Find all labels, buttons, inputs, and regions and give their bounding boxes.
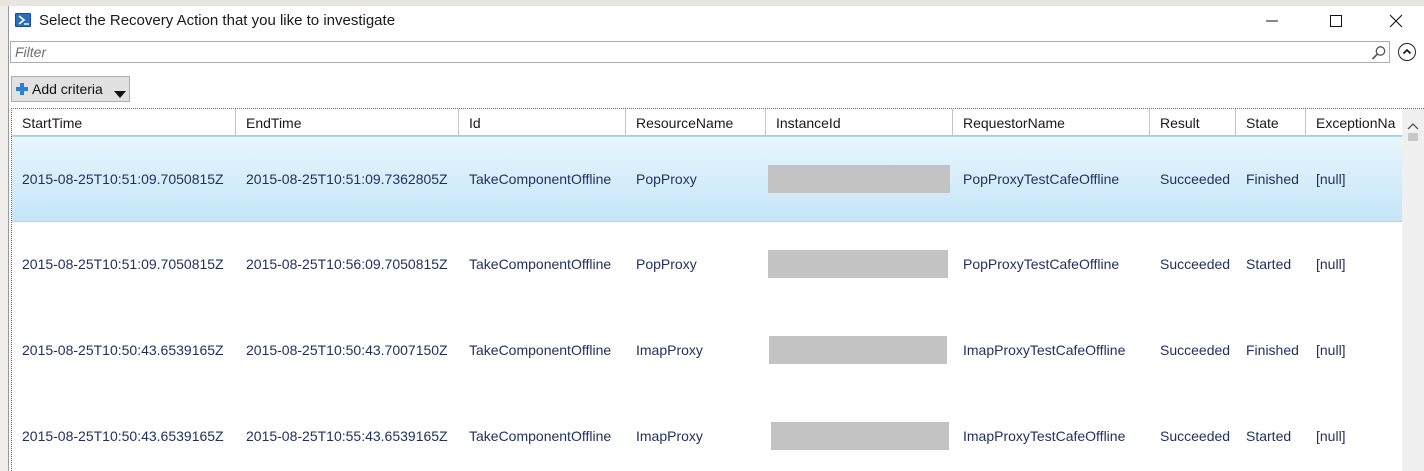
powershell-icon — [15, 13, 31, 27]
column-header-exception[interactable]: ExceptionNa — [1306, 109, 1402, 135]
column-header-resourcename[interactable]: ResourceName — [626, 109, 766, 135]
cell-state: Started — [1246, 428, 1292, 444]
cell-result: Succeeded — [1160, 171, 1231, 187]
grid-header: StartTime EndTime Id ResourceName Instan… — [12, 109, 1402, 136]
column-header-instanceid[interactable]: InstanceId — [766, 109, 953, 135]
column-header-result[interactable]: Result — [1150, 109, 1236, 135]
scrollbar-thumb[interactable] — [1408, 133, 1418, 141]
filter-input[interactable] — [15, 44, 1355, 60]
table-row[interactable]: 2015-08-25T10:51:09.7050815Z 2015-08-25T… — [12, 136, 1402, 222]
cell-starttime: 2015-08-25T10:50:43.6539165Z — [22, 342, 224, 358]
cell-starttime: 2015-08-25T10:51:09.7050815Z — [22, 171, 224, 187]
cell-exception: [null] — [1316, 342, 1346, 358]
column-header-endtime[interactable]: EndTime — [236, 109, 459, 135]
cell-endtime: 2015-08-25T10:51:09.7362805Z — [246, 171, 448, 187]
cell-requestorname: ImapProxyTestCafeOffline — [963, 428, 1126, 444]
cell-requestorname: PopProxyTestCafeOffline — [963, 256, 1120, 272]
redacted-instanceid — [769, 336, 947, 364]
results-grid[interactable]: StartTime EndTime Id ResourceName Instan… — [11, 108, 1424, 471]
cell-requestorname: PopProxyTestCafeOffline — [963, 171, 1120, 187]
add-criteria-label: Add criteria — [32, 81, 103, 97]
column-header-id[interactable]: Id — [459, 109, 626, 135]
cell-id: TakeComponentOffline — [469, 256, 612, 272]
close-button[interactable] — [1373, 6, 1419, 36]
cell-state: Started — [1246, 256, 1292, 272]
table-row[interactable]: 2015-08-25T10:50:43.6539165Z 2015-08-25T… — [12, 308, 1402, 394]
redacted-instanceid — [768, 250, 948, 278]
add-criteria-button[interactable]: Add criteria — [11, 76, 130, 102]
minimize-button[interactable] — [1249, 6, 1295, 36]
cell-state: Finished — [1246, 342, 1299, 358]
cell-resourcename: ImapProxy — [636, 342, 703, 358]
redacted-instanceid — [771, 422, 949, 450]
cell-resourcename: PopProxy — [636, 256, 697, 272]
cell-id: TakeComponentOffline — [469, 428, 612, 444]
collapse-filter-button[interactable] — [1398, 43, 1416, 61]
table-row[interactable]: 2015-08-25T10:51:09.7050815Z 2015-08-25T… — [12, 222, 1402, 308]
window-title: Select the Recovery Action that you like… — [39, 12, 396, 29]
column-header-state[interactable]: State — [1236, 109, 1306, 135]
plus-icon — [15, 82, 29, 101]
chevron-down-icon — [114, 86, 126, 104]
table-row[interactable]: 2015-08-25T10:50:43.6539165Z 2015-08-25T… — [12, 394, 1402, 471]
background-window-edge — [0, 6, 8, 471]
column-header-requestorname[interactable]: RequestorName — [953, 109, 1150, 135]
cell-resourcename: PopProxy — [636, 171, 697, 187]
cell-exception: [null] — [1316, 428, 1346, 444]
filter-box[interactable] — [10, 41, 1390, 63]
vertical-scrollbar[interactable] — [1402, 109, 1424, 471]
cell-state: Finished — [1246, 171, 1299, 187]
cell-exception: [null] — [1316, 256, 1346, 272]
cell-endtime: 2015-08-25T10:55:43.6539165Z — [246, 428, 448, 444]
cell-id: TakeComponentOffline — [469, 171, 612, 187]
cell-result: Succeeded — [1160, 342, 1231, 358]
out-gridview-window: Select the Recovery Action that you like… — [8, 6, 1424, 471]
cell-resourcename: ImapProxy — [636, 428, 703, 444]
cell-starttime: 2015-08-25T10:51:09.7050815Z — [22, 256, 224, 272]
cell-endtime: 2015-08-25T10:50:43.7007150Z — [246, 342, 448, 358]
cell-id: TakeComponentOffline — [469, 342, 612, 358]
column-header-starttime[interactable]: StartTime — [12, 109, 236, 135]
maximize-button[interactable] — [1313, 6, 1359, 36]
search-icon[interactable] — [1371, 45, 1387, 66]
cell-endtime: 2015-08-25T10:56:09.7050815Z — [246, 256, 448, 272]
title-bar[interactable]: Select the Recovery Action that you like… — [9, 6, 1424, 38]
redacted-instanceid — [768, 165, 950, 193]
cell-result: Succeeded — [1160, 256, 1231, 272]
filter-row — [9, 41, 1424, 67]
cell-requestorname: ImapProxyTestCafeOffline — [963, 342, 1126, 358]
cell-exception: [null] — [1316, 171, 1346, 187]
cell-result: Succeeded — [1160, 428, 1231, 444]
cell-starttime: 2015-08-25T10:50:43.6539165Z — [22, 428, 224, 444]
